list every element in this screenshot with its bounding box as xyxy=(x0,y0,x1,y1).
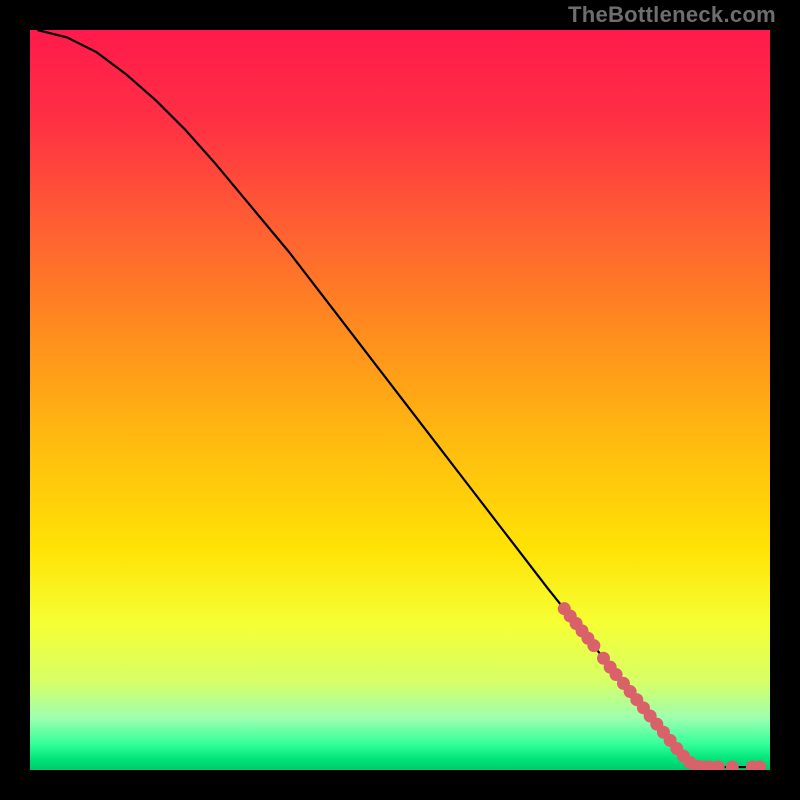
gradient-background xyxy=(30,30,770,770)
watermark-text: TheBottleneck.com xyxy=(568,2,776,28)
data-point xyxy=(587,639,600,652)
plot-area xyxy=(30,30,770,770)
chart-svg xyxy=(30,30,770,770)
chart-frame: TheBottleneck.com xyxy=(0,0,800,800)
